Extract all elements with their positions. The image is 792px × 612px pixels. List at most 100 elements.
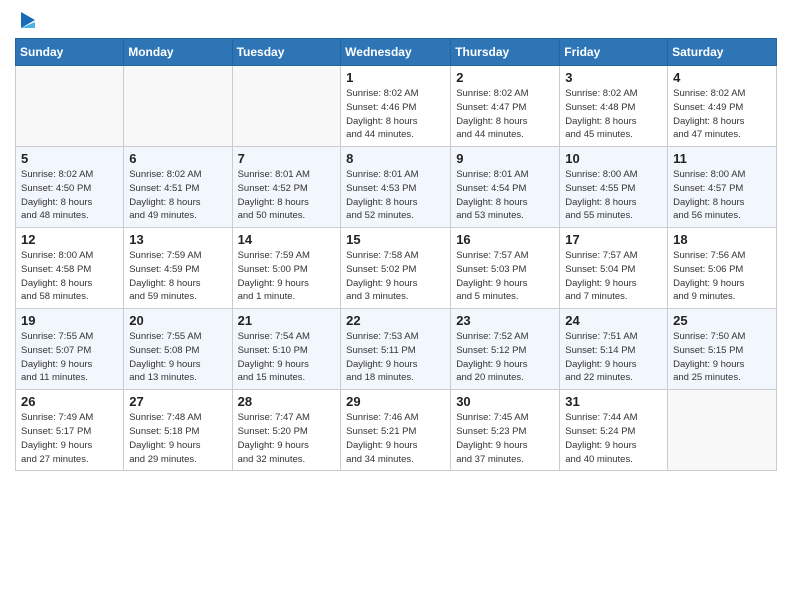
calendar-week-row: 12Sunrise: 8:00 AM Sunset: 4:58 PM Dayli… — [16, 228, 777, 309]
day-info: Sunrise: 7:44 AM Sunset: 5:24 PM Dayligh… — [565, 411, 662, 466]
calendar-day-cell: 29 Sunrise: 7:46 AM Sunset: 5:21 PM Dayli… — [341, 390, 451, 471]
day-number: 2 — [456, 70, 554, 85]
calendar-day-cell: 31 Sunrise: 7:44 AM Sunset: 5:24 PM Dayli… — [560, 390, 668, 471]
weekday-header: Wednesday — [341, 39, 451, 66]
calendar-day-cell: 25 Sunrise: 7:50 AM Sunset: 5:15 PM Dayli… — [668, 309, 777, 390]
weekday-header: Saturday — [668, 39, 777, 66]
day-number: 21 — [238, 313, 336, 328]
day-number: 11 — [673, 151, 771, 166]
calendar-day-cell: 27Sunrise: 7:48 AM Sunset: 5:18 PM Dayli… — [124, 390, 232, 471]
day-info: Sunrise: 7:57 AM Sunset: 5:03 PM Dayligh… — [456, 249, 554, 304]
day-number: 23 — [456, 313, 554, 328]
calendar-day-cell: 9 Sunrise: 8:01 AM Sunset: 4:54 PM Daylig… — [451, 147, 560, 228]
day-info: Sunrise: 7:47 AM Sunset: 5:20 PM Dayligh… — [238, 411, 336, 466]
logo-icon — [17, 10, 39, 32]
calendar-day-cell: 17Sunrise: 7:57 AM Sunset: 5:04 PM Dayli… — [560, 228, 668, 309]
day-number: 6 — [129, 151, 226, 166]
day-info: Sunrise: 7:50 AM Sunset: 5:15 PM Dayligh… — [673, 330, 771, 385]
day-info: Sunrise: 8:02 AM Sunset: 4:50 PM Dayligh… — [21, 168, 118, 223]
day-number: 5 — [21, 151, 118, 166]
calendar-day-cell: 20 Sunrise: 7:55 AM Sunset: 5:08 PM Dayli… — [124, 309, 232, 390]
day-number: 26 — [21, 394, 118, 409]
weekday-header: Thursday — [451, 39, 560, 66]
day-number: 12 — [21, 232, 118, 247]
day-info: Sunrise: 7:55 AM Sunset: 5:07 PM Dayligh… — [21, 330, 118, 385]
calendar-day-cell: 26 Sunrise: 7:49 AM Sunset: 5:17 PM Dayli… — [16, 390, 124, 471]
calendar-day-cell: 2 Sunrise: 8:02 AM Sunset: 4:47 PM Daylig… — [451, 66, 560, 147]
calendar-day-cell: 13 Sunrise: 7:59 AM Sunset: 4:59 PM Dayli… — [124, 228, 232, 309]
calendar-day-cell: 24Sunrise: 7:51 AM Sunset: 5:14 PM Dayli… — [560, 309, 668, 390]
day-info: Sunrise: 7:56 AM Sunset: 5:06 PM Dayligh… — [673, 249, 771, 304]
calendar-day-cell: 21 Sunrise: 7:54 AM Sunset: 5:10 PM Dayli… — [232, 309, 341, 390]
day-info: Sunrise: 7:57 AM Sunset: 5:04 PM Dayligh… — [565, 249, 662, 304]
calendar: SundayMondayTuesdayWednesdayThursdayFrid… — [15, 38, 777, 471]
day-info: Sunrise: 7:48 AM Sunset: 5:18 PM Dayligh… — [129, 411, 226, 466]
day-info: Sunrise: 7:54 AM Sunset: 5:10 PM Dayligh… — [238, 330, 336, 385]
day-info: Sunrise: 7:55 AM Sunset: 5:08 PM Dayligh… — [129, 330, 226, 385]
header — [15, 10, 777, 30]
calendar-week-row: 19Sunrise: 7:55 AM Sunset: 5:07 PM Dayli… — [16, 309, 777, 390]
calendar-day-cell: 28 Sunrise: 7:47 AM Sunset: 5:20 PM Dayli… — [232, 390, 341, 471]
day-number: 9 — [456, 151, 554, 166]
day-info: Sunrise: 7:59 AM Sunset: 4:59 PM Dayligh… — [129, 249, 226, 304]
day-info: Sunrise: 8:02 AM Sunset: 4:48 PM Dayligh… — [565, 87, 662, 142]
calendar-day-cell: 18 Sunrise: 7:56 AM Sunset: 5:06 PM Dayli… — [668, 228, 777, 309]
day-info: Sunrise: 8:00 AM Sunset: 4:55 PM Dayligh… — [565, 168, 662, 223]
day-info: Sunrise: 8:01 AM Sunset: 4:54 PM Dayligh… — [456, 168, 554, 223]
day-number: 7 — [238, 151, 336, 166]
day-number: 30 — [456, 394, 554, 409]
calendar-day-cell: 10 Sunrise: 8:00 AM Sunset: 4:55 PM Dayli… — [560, 147, 668, 228]
calendar-week-row: 1Sunrise: 8:02 AM Sunset: 4:46 PM Daylig… — [16, 66, 777, 147]
day-info: Sunrise: 7:52 AM Sunset: 5:12 PM Dayligh… — [456, 330, 554, 385]
calendar-day-cell: 12Sunrise: 8:00 AM Sunset: 4:58 PM Dayli… — [16, 228, 124, 309]
calendar-day-cell: 1Sunrise: 8:02 AM Sunset: 4:46 PM Daylig… — [341, 66, 451, 147]
day-number: 20 — [129, 313, 226, 328]
calendar-day-cell — [124, 66, 232, 147]
calendar-week-row: 26 Sunrise: 7:49 AM Sunset: 5:17 PM Dayli… — [16, 390, 777, 471]
day-info: Sunrise: 8:01 AM Sunset: 4:52 PM Dayligh… — [238, 168, 336, 223]
calendar-day-cell: 30 Sunrise: 7:45 AM Sunset: 5:23 PM Dayli… — [451, 390, 560, 471]
day-info: Sunrise: 7:49 AM Sunset: 5:17 PM Dayligh… — [21, 411, 118, 466]
day-info: Sunrise: 8:02 AM Sunset: 4:49 PM Dayligh… — [673, 87, 771, 142]
day-number: 24 — [565, 313, 662, 328]
calendar-day-cell: 6 Sunrise: 8:02 AM Sunset: 4:51 PM Daylig… — [124, 147, 232, 228]
day-info: Sunrise: 7:45 AM Sunset: 5:23 PM Dayligh… — [456, 411, 554, 466]
calendar-day-cell: 19Sunrise: 7:55 AM Sunset: 5:07 PM Dayli… — [16, 309, 124, 390]
calendar-day-cell: 11Sunrise: 8:00 AM Sunset: 4:57 PM Dayli… — [668, 147, 777, 228]
day-number: 22 — [346, 313, 445, 328]
day-number: 10 — [565, 151, 662, 166]
day-number: 31 — [565, 394, 662, 409]
calendar-day-cell: 4 Sunrise: 8:02 AM Sunset: 4:49 PM Daylig… — [668, 66, 777, 147]
day-info: Sunrise: 7:46 AM Sunset: 5:21 PM Dayligh… — [346, 411, 445, 466]
calendar-day-cell — [16, 66, 124, 147]
day-number: 18 — [673, 232, 771, 247]
day-number: 29 — [346, 394, 445, 409]
calendar-day-cell: 8Sunrise: 8:01 AM Sunset: 4:53 PM Daylig… — [341, 147, 451, 228]
day-number: 1 — [346, 70, 445, 85]
calendar-day-cell: 3 Sunrise: 8:02 AM Sunset: 4:48 PM Daylig… — [560, 66, 668, 147]
day-number: 3 — [565, 70, 662, 85]
calendar-day-cell: 7 Sunrise: 8:01 AM Sunset: 4:52 PM Daylig… — [232, 147, 341, 228]
weekday-header: Friday — [560, 39, 668, 66]
calendar-week-row: 5 Sunrise: 8:02 AM Sunset: 4:50 PM Daylig… — [16, 147, 777, 228]
day-info: Sunrise: 8:02 AM Sunset: 4:51 PM Dayligh… — [129, 168, 226, 223]
day-number: 25 — [673, 313, 771, 328]
day-number: 13 — [129, 232, 226, 247]
calendar-day-cell: 14Sunrise: 7:59 AM Sunset: 5:00 PM Dayli… — [232, 228, 341, 309]
day-number: 8 — [346, 151, 445, 166]
logo — [15, 10, 39, 30]
weekday-header: Sunday — [16, 39, 124, 66]
day-number: 28 — [238, 394, 336, 409]
day-number: 4 — [673, 70, 771, 85]
calendar-day-cell: 5 Sunrise: 8:02 AM Sunset: 4:50 PM Daylig… — [16, 147, 124, 228]
day-number: 15 — [346, 232, 445, 247]
day-info: Sunrise: 7:58 AM Sunset: 5:02 PM Dayligh… — [346, 249, 445, 304]
day-number: 16 — [456, 232, 554, 247]
calendar-day-cell — [668, 390, 777, 471]
calendar-day-cell: 22 Sunrise: 7:53 AM Sunset: 5:11 PM Dayli… — [341, 309, 451, 390]
calendar-day-cell: 16 Sunrise: 7:57 AM Sunset: 5:03 PM Dayli… — [451, 228, 560, 309]
day-info: Sunrise: 8:02 AM Sunset: 4:47 PM Dayligh… — [456, 87, 554, 142]
day-info: Sunrise: 7:53 AM Sunset: 5:11 PM Dayligh… — [346, 330, 445, 385]
weekday-header: Monday — [124, 39, 232, 66]
day-number: 14 — [238, 232, 336, 247]
